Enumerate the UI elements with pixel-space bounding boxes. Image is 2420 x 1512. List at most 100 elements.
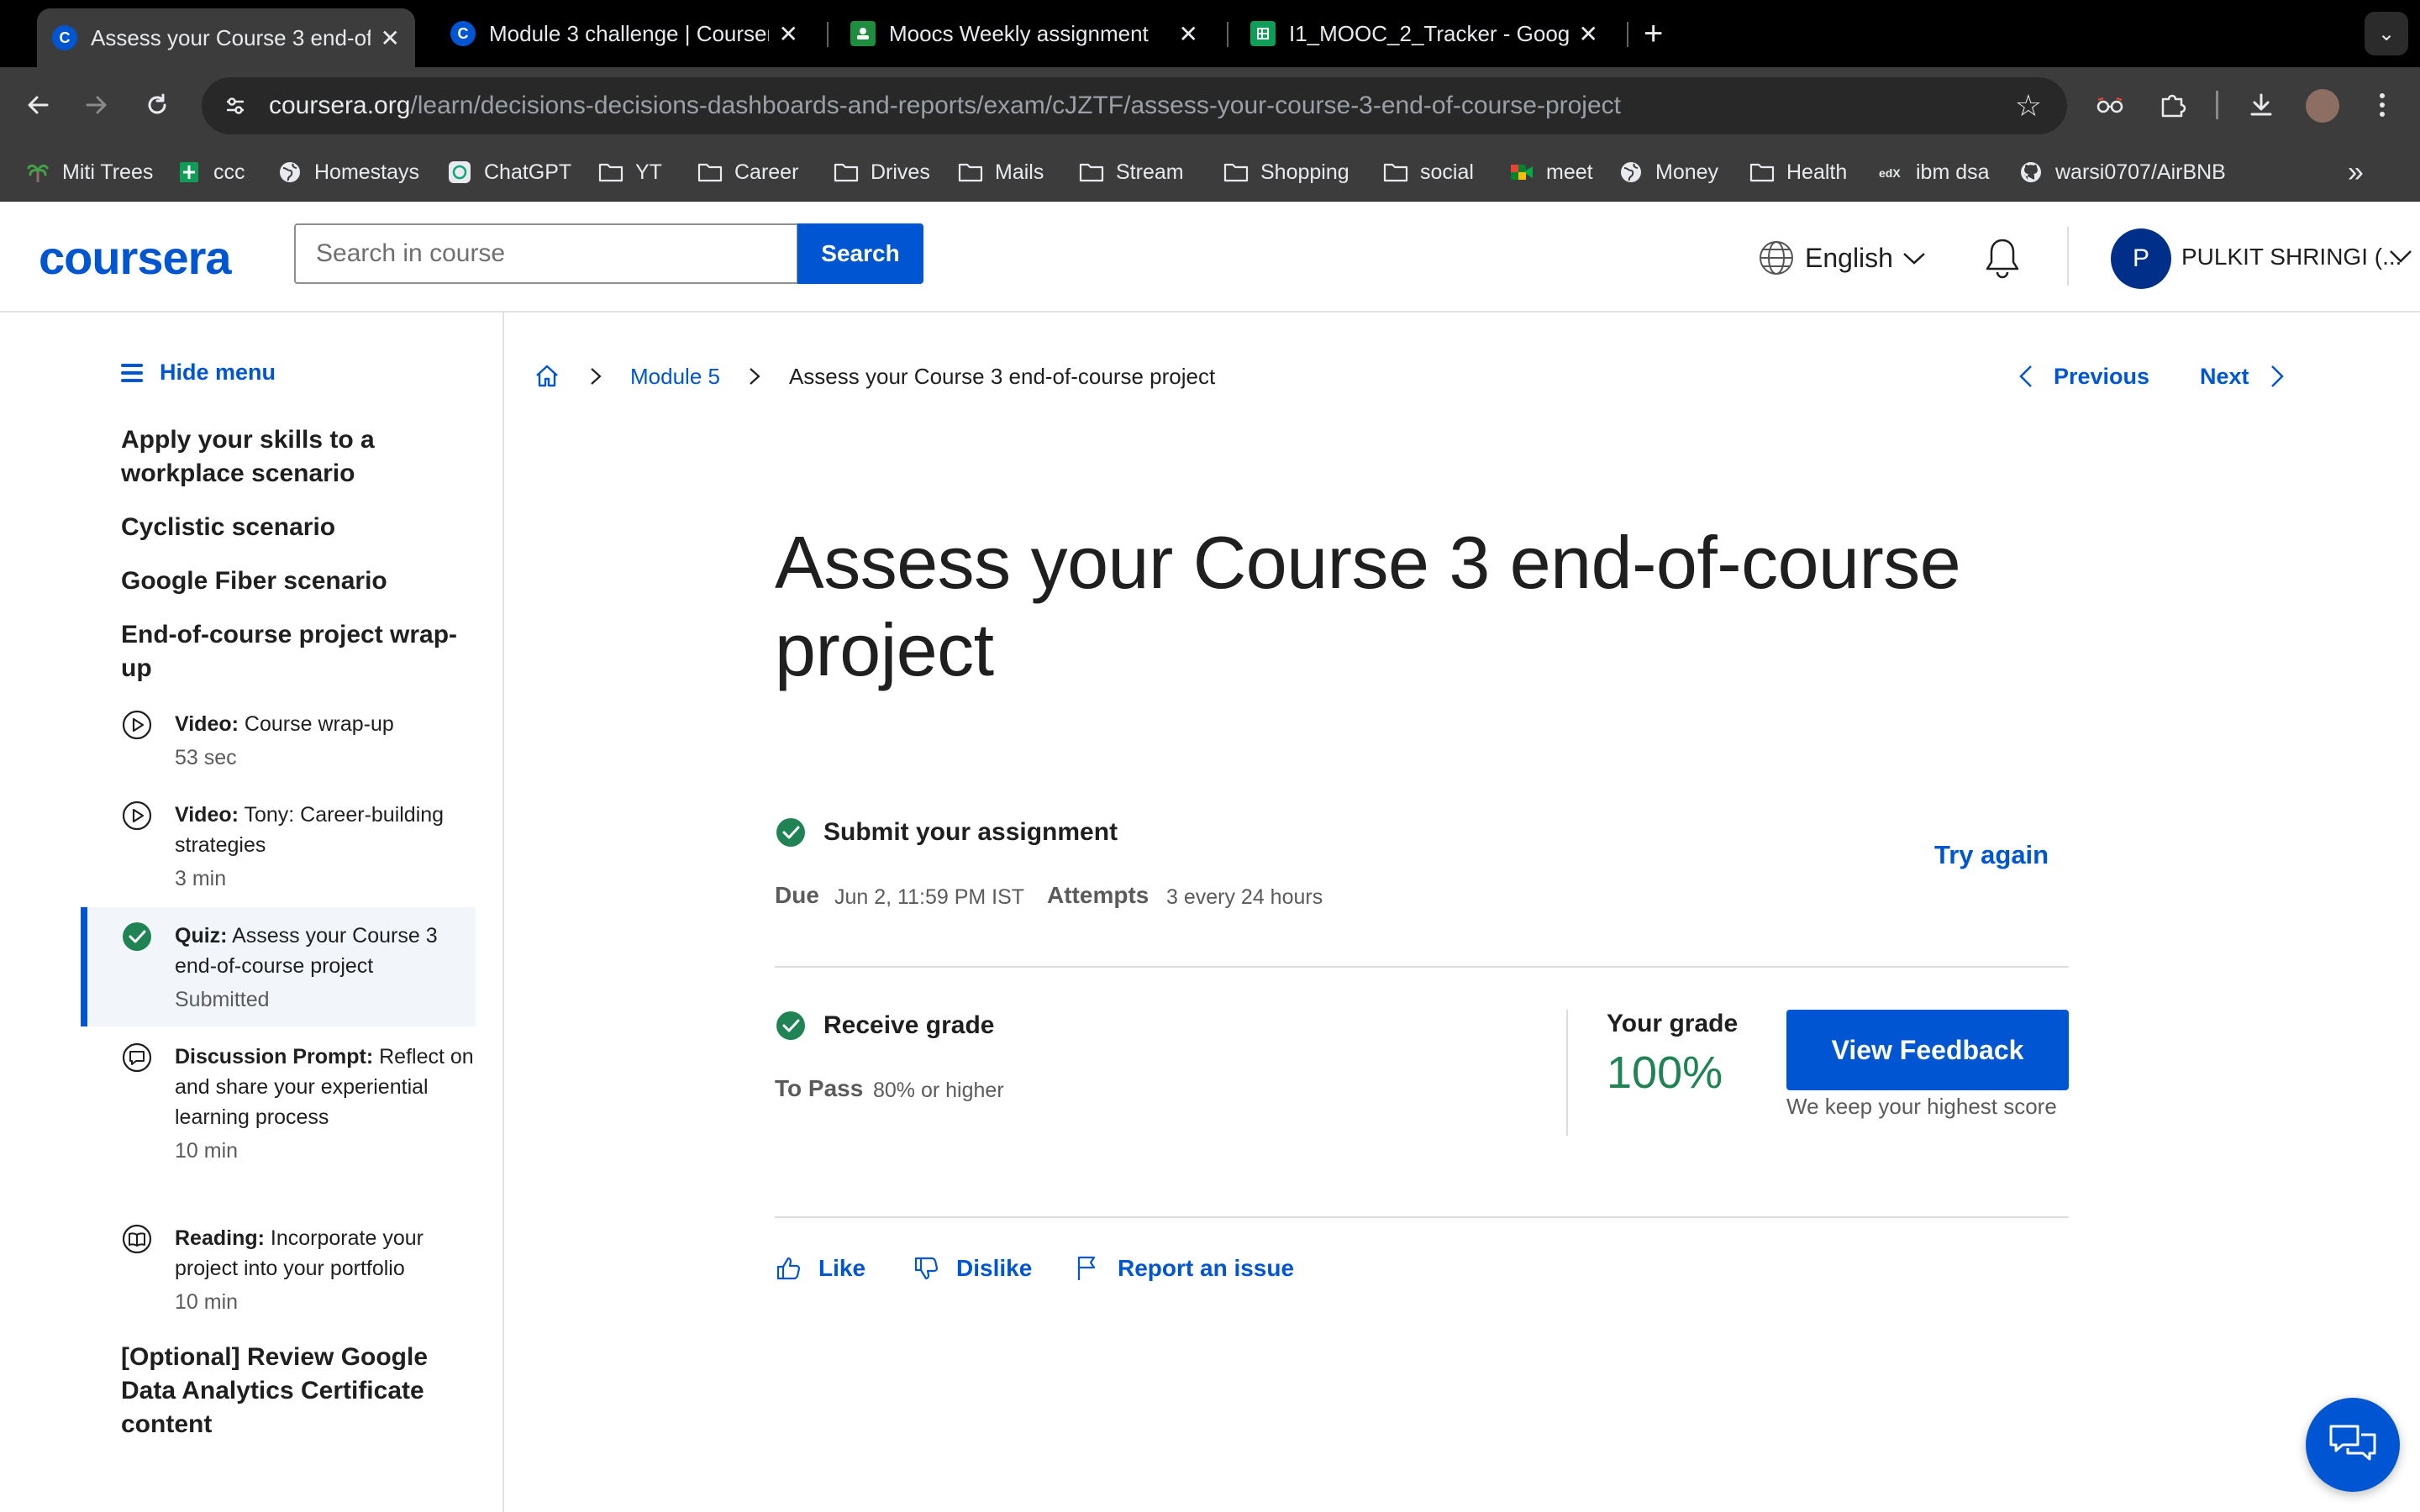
bookmark-health[interactable]: Health [1749, 156, 1847, 188]
bookmark-label: Mails [995, 160, 1044, 184]
bookmark-career[interactable]: Career [697, 156, 798, 188]
bookmark-label: ChatGPT [484, 160, 572, 184]
url-text: coursera.org/learn/decisions-decisions-d… [269, 92, 1621, 120]
tab-close-icon[interactable]: ✕ [779, 20, 798, 48]
thumbs-down-icon [914, 1257, 939, 1280]
dislike-button[interactable]: Dislike [913, 1252, 1032, 1285]
sidebar-item-reading[interactable]: Reading: Incorporate your project into y… [121, 1223, 474, 1320]
due-value: Jun 2, 11:59 PM IST [834, 885, 1025, 909]
language-selector[interactable]: English [1758, 237, 1937, 279]
folder-icon [1223, 160, 1249, 185]
browser-menu-icon[interactable] [2365, 87, 2400, 123]
bookmark-label: ibm dsa [1916, 160, 1990, 184]
your-grade-label: Your grade [1607, 1010, 1739, 1037]
forward-button[interactable] [77, 86, 116, 124]
grade-check-icon [776, 1011, 805, 1040]
bookmark-stream[interactable]: Stream [1079, 156, 1184, 188]
chat-support-button[interactable] [2306, 1398, 2400, 1492]
bookmark-money[interactable]: Money [1618, 156, 1718, 188]
sidebar-item-quiz-assess[interactable]: Quiz: Assess your Course 3 end-of-course… [121, 921, 474, 1018]
sidebar-section-google-fiber[interactable]: Google Fiber scenario [121, 564, 474, 598]
url-domain: coursera.org [269, 92, 411, 119]
user-avatar[interactable]: P [2111, 228, 2171, 289]
sidebar-item-text: Reading: Incorporate your project into y… [175, 1223, 477, 1317]
bookmark-label: Career [734, 160, 799, 184]
bookmark-meet[interactable]: meet [1509, 156, 1593, 188]
sidebar-section-apply-skills[interactable]: Apply your skills to a workplace scenari… [121, 423, 474, 491]
more-bookmarks-icon[interactable]: » [2348, 156, 2364, 188]
bookmark-shopping[interactable]: Shopping [1223, 156, 1349, 188]
next-button[interactable]: Next [2200, 360, 2286, 393]
sidebar-item-discussion[interactable]: Discussion Prompt: Reflect on and share … [121, 1042, 474, 1196]
folder-icon [697, 160, 723, 185]
tab-mooc-tracker[interactable]: I1_MOOC_2_Tracker - Google ✕ [1235, 12, 1613, 55]
address-bar[interactable]: coursera.org/learn/decisions-decisions-d… [202, 77, 2067, 134]
bookmark-label: Homestays [314, 160, 420, 184]
highest-score-note: We keep your highest score [1786, 1094, 2057, 1119]
bookmark-ibm-dsa[interactable]: edX ibm dsa [1879, 156, 1990, 188]
bookmark-chatgpt[interactable]: ChatGPT [447, 156, 571, 188]
header-divider [2067, 227, 2069, 286]
folder-icon [958, 160, 983, 185]
sheets-icon [176, 160, 202, 185]
search-button[interactable]: Search [797, 223, 923, 284]
sidebar-section-optional-review[interactable]: [Optional] Review Google Data Analytics … [121, 1341, 457, 1441]
tab-moocs-weekly[interactable]: Moocs Weekly assignment ✕ [835, 12, 1213, 55]
home-icon[interactable] [533, 362, 561, 391]
bookmark-homestays[interactable]: Homestays [277, 156, 419, 188]
new-tab-button[interactable]: + [1644, 17, 1663, 50]
chevron-right-icon [591, 368, 602, 385]
bookmark-mails[interactable]: Mails [958, 156, 1044, 188]
bookmark-label: Shopping [1260, 160, 1349, 184]
chevron-right-icon [750, 368, 760, 385]
your-grade-value: 100% [1607, 1047, 1723, 1098]
bookmark-social[interactable]: social [1383, 156, 1474, 188]
flag-icon [1077, 1256, 1096, 1280]
coursera-favicon-icon: C [52, 25, 77, 50]
site-info-icon[interactable] [218, 89, 252, 123]
course-search-input[interactable] [294, 223, 798, 284]
back-button[interactable] [18, 86, 57, 124]
tab-close-icon[interactable]: ✕ [381, 24, 400, 52]
bookmark-star-icon[interactable]: ☆ [2015, 89, 2042, 123]
try-again-button[interactable]: Try again [1934, 840, 2049, 870]
bookmark-label: Drives [871, 160, 930, 184]
sidebar-item-video-wrap-up[interactable]: Video: Course wrap-up 53 sec [121, 709, 474, 776]
bookmark-ccc[interactable]: ccc [176, 156, 245, 188]
sidebar-section-wrap-up[interactable]: End-of-course project wrap-up [121, 618, 474, 685]
breadcrumb-module-link[interactable]: Module 5 [630, 364, 720, 390]
to-pass-label: To Pass [775, 1075, 864, 1101]
reload-button[interactable] [138, 86, 176, 124]
item-duration: 53 sec [175, 746, 237, 769]
previous-button[interactable]: Previous [2017, 360, 2149, 393]
sidebar-item-text: Video: Course wrap-up 53 sec [175, 709, 477, 773]
sidebar-item-video-career[interactable]: Video: Tony: Career-building strategies 3… [121, 800, 474, 897]
extension-glasses-icon[interactable] [2092, 87, 2128, 123]
tab-assess-course-3[interactable]: C Assess your Course 3 end-of ✕ [37, 8, 415, 67]
item-status: Submitted [175, 988, 270, 1011]
user-name[interactable]: PULKIT SHRINGI (... [2181, 244, 2402, 270]
hide-menu-button[interactable]: Hide menu [121, 360, 276, 386]
sidebar-section-cyclistic[interactable]: Cyclistic scenario [121, 511, 474, 544]
view-feedback-button[interactable]: View Feedback [1786, 1010, 2069, 1090]
coursera-logo[interactable]: coursera [39, 230, 232, 285]
bookmark-miti-trees[interactable]: Miti Trees [25, 156, 153, 188]
user-menu-chevron-icon[interactable] [2388, 244, 2413, 269]
report-issue-button[interactable]: Report an issue [1074, 1252, 1294, 1285]
profile-avatar[interactable] [2306, 89, 2339, 123]
tab-close-icon[interactable]: ✕ [1579, 20, 1598, 48]
like-button[interactable]: Like [775, 1252, 865, 1285]
tab-close-icon[interactable]: ✕ [1179, 20, 1198, 48]
submitted-check-icon [776, 818, 805, 847]
extensions-puzzle-icon[interactable] [2154, 87, 2190, 123]
downloads-icon[interactable] [2244, 87, 2279, 123]
tab-search-button[interactable]: ⌄ [2365, 12, 2408, 55]
bookmark-warsi0707-airbnb[interactable]: warsi0707/AirBNB [2018, 156, 2226, 188]
url-path: /learn/decisions-decisions-dashboards-an… [410, 92, 1621, 119]
palm-icon [25, 160, 50, 185]
sidebar-item-text: Discussion Prompt: Reflect on and share … [175, 1042, 477, 1166]
bookmark-drives[interactable]: Drives [834, 156, 930, 188]
notifications-bell-icon[interactable] [1981, 235, 2023, 281]
tab-module-3-challenge[interactable]: C Module 3 challenge | Coursera ✕ [435, 12, 813, 55]
bookmark-yt[interactable]: YT [598, 156, 662, 188]
